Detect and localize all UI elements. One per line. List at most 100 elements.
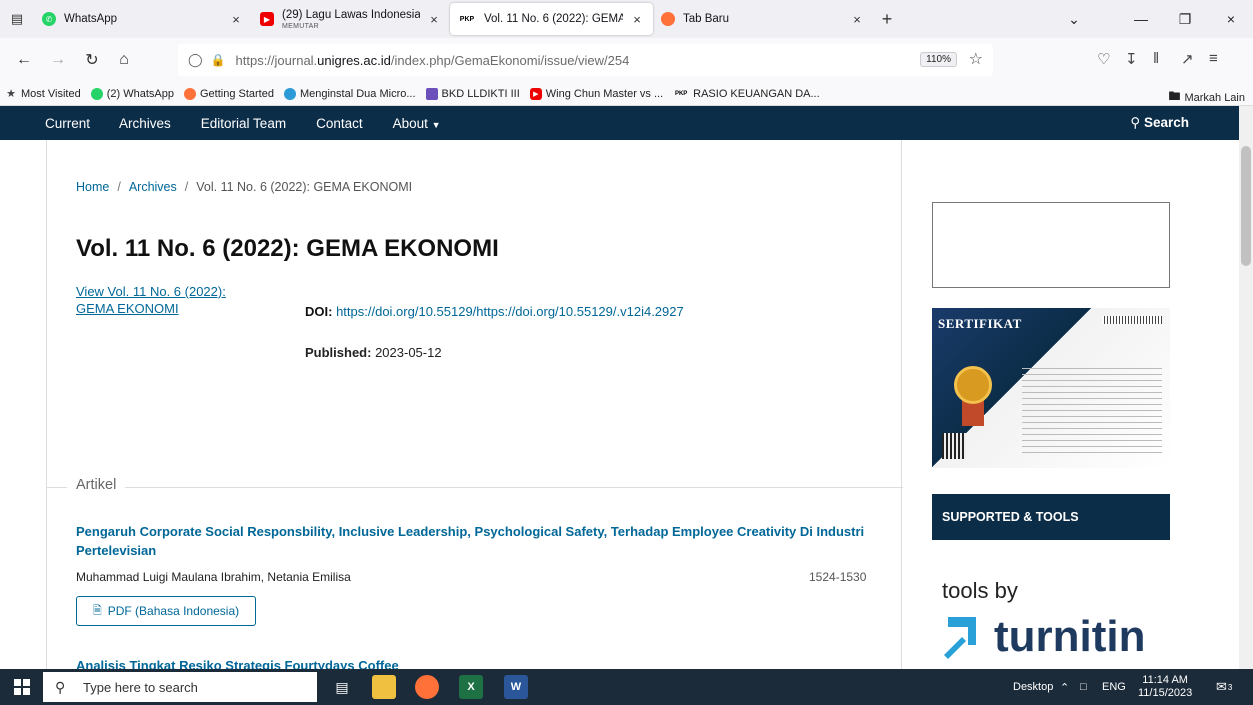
excel-icon[interactable]: X	[459, 675, 483, 699]
certificate-image[interactable]: SERTIFIKAT	[932, 308, 1170, 468]
tools-heading: SUPPORTED & TOOLS	[932, 494, 1170, 540]
tab-strip: ▤ ✆ WhatsApp × ▶ (29) Lagu Lawas Indones…	[0, 0, 1253, 38]
pkp-icon: PKP	[458, 12, 476, 26]
firefox-icon	[183, 87, 196, 100]
tab-journal[interactable]: PKP Vol. 11 No. 6 (2022): GEMA EKO ×	[450, 3, 653, 35]
pdf-galley-button[interactable]: 🗎 PDF (Bahasa Indonesia)	[76, 596, 256, 626]
other-bookmarks[interactable]: 🖿 Markah Lain	[1168, 87, 1245, 108]
windows-start-icon[interactable]	[14, 679, 30, 695]
qr-code-icon	[942, 433, 966, 459]
network-icon[interactable]: □	[1080, 669, 1087, 705]
whatsapp-icon: ✆	[42, 12, 56, 26]
youtube-icon: ▶	[260, 12, 274, 26]
whatsapp-icon	[90, 87, 103, 100]
tab-title: (29) Lagu Lawas Indonesia Terb	[282, 9, 420, 21]
bookmark-item[interactable]: ★ Most Visited	[5, 88, 81, 101]
notification-icon[interactable]: ✉ 3	[1216, 669, 1232, 705]
nav-editorial-team[interactable]: Editorial Team	[201, 116, 286, 131]
article-title[interactable]: Pengaruh Corporate Social Responsbility,…	[76, 522, 886, 560]
bookmark-item[interactable]: Menginstal Dua Micro...	[283, 87, 416, 100]
star-gear-icon: ★	[6, 88, 16, 100]
firefox-icon	[661, 12, 675, 26]
section-title: Artikel	[67, 477, 126, 493]
issue-cover-link[interactable]: View Vol. 11 No. 6 (2022): GEMA EKONOMI	[76, 283, 266, 317]
breadcrumb-current: Vol. 11 No. 6 (2022): GEMA EKONOMI	[196, 180, 413, 194]
turnitin-logo[interactable]: turnitin	[942, 612, 1146, 662]
menu-icon[interactable]: ≡	[1209, 50, 1218, 67]
desktop-toolbar[interactable]: Desktop	[1013, 669, 1053, 705]
url-bar[interactable]: ◯ 🔒 https://journal.unigres.ac.id/index.…	[178, 44, 993, 76]
lock-icon[interactable]: 🔒	[211, 53, 226, 67]
tab-title: Tab Baru	[683, 13, 730, 25]
task-view-icon[interactable]: ▤	[330, 675, 354, 699]
scrollbar-thumb[interactable]	[1241, 146, 1251, 266]
close-icon[interactable]: ×	[426, 12, 442, 27]
bookmark-item[interactable]: PKP RASIO KEUANGAN DA...	[673, 88, 820, 100]
bookmark-item[interactable]: Getting Started	[183, 87, 274, 100]
close-icon[interactable]: ×	[849, 12, 865, 27]
breadcrumb-archives[interactable]: Archives	[129, 180, 177, 194]
search-icon: ⚲	[1130, 115, 1141, 130]
hat-icon	[425, 87, 438, 100]
download-icon[interactable]: ↧	[1125, 50, 1138, 68]
nav-bar: ← → ↻ ⌂ ◯ 🔒 https://journal.unigres.ac.i…	[0, 38, 1253, 82]
breadcrumb-home[interactable]: Home	[76, 180, 109, 194]
reload-icon[interactable]: ↻	[78, 50, 106, 70]
extensions-icon[interactable]: ↗	[1181, 50, 1194, 68]
nav-about[interactable]: About ▼	[393, 116, 441, 131]
site-nav: Current Archives Editorial Team Contact …	[0, 106, 1239, 140]
zoom-indicator[interactable]: 110%	[920, 52, 957, 67]
app-icon	[283, 87, 296, 100]
close-icon[interactable]: ×	[228, 12, 244, 27]
restore-icon[interactable]: ❐	[1163, 0, 1207, 38]
pkp-icon: PKP	[674, 90, 688, 97]
turnitin-mark-icon	[942, 615, 982, 659]
tab-list-icon[interactable]: ▤	[0, 0, 34, 38]
tab-title: Vol. 11 No. 6 (2022): GEMA EKO	[484, 13, 623, 25]
tab-whatsapp[interactable]: ✆ WhatsApp ×	[34, 3, 252, 35]
chevron-down-icon[interactable]: ⌄	[1052, 0, 1096, 38]
article-pages: 1524-1530	[809, 570, 867, 584]
nav-current[interactable]: Current	[45, 116, 90, 131]
bookmark-item[interactable]: BKD LLDIKTI III	[425, 87, 520, 100]
folder-icon: 🖿	[1168, 89, 1181, 103]
page-scrollbar[interactable]	[1239, 106, 1253, 669]
article-authors: Muhammad Luigi Maulana Ibrahim, Netania …	[76, 570, 351, 584]
chevron-up-icon[interactable]: ⌃	[1060, 669, 1069, 705]
tab-new[interactable]: Tab Baru ×	[653, 3, 873, 35]
tab-youtube[interactable]: ▶ (29) Lagu Lawas Indonesia Terb MEMUTAR…	[252, 3, 450, 35]
file-explorer-icon[interactable]	[372, 675, 396, 699]
search-icon: ⚲	[55, 678, 66, 695]
certificate-medal-icon	[954, 366, 992, 404]
forward-icon[interactable]: →	[44, 51, 72, 69]
nav-contact[interactable]: Contact	[316, 116, 363, 131]
bookmark-star-icon[interactable]: ☆	[969, 49, 983, 69]
library-icon[interactable]: ‖	[1153, 50, 1159, 67]
minimize-icon[interactable]: —	[1119, 0, 1163, 38]
search-link[interactable]: ⚲ Search	[1130, 115, 1189, 131]
caret-down-icon: ▼	[431, 119, 441, 130]
new-tab-icon[interactable]: +	[873, 9, 901, 30]
firefox-icon[interactable]	[415, 675, 439, 699]
language-indicator[interactable]: ENG	[1102, 669, 1126, 705]
nav-archives[interactable]: Archives	[119, 116, 171, 131]
doi: DOI: https://doi.org/10.55129/https://do…	[305, 304, 684, 319]
pocket-icon[interactable]: ♡	[1097, 50, 1110, 68]
taskbar-search-input[interactable]: ⚲ Type here to search	[43, 672, 317, 702]
shield-icon[interactable]: ◯	[188, 52, 203, 68]
clock[interactable]: 11:14 AM 11/15/2023	[1138, 669, 1192, 705]
tab-subtitle: MEMUTAR	[282, 23, 319, 30]
home-icon[interactable]: ⌂	[110, 51, 138, 69]
doi-link[interactable]: https://doi.org/10.55129/https://doi.org…	[336, 304, 684, 319]
main-content: Home / Archives / Vol. 11 No. 6 (2022): GEMA…	[46, 140, 903, 673]
bookmark-item[interactable]: (2) WhatsApp	[90, 87, 174, 100]
url-text[interactable]: https://journal.unigres.ac.id/index.php/…	[236, 53, 630, 68]
word-icon[interactable]: W	[504, 675, 528, 699]
back-icon[interactable]: ←	[10, 51, 38, 69]
bookmark-item[interactable]: ▶ Wing Chun Master vs ...	[529, 87, 663, 100]
window-close-icon[interactable]: ×	[1209, 0, 1253, 38]
taskbar: ⚲ Type here to search ▤ X W Desktop ⌃ □ …	[0, 669, 1253, 705]
certificate-title: SERTIFIKAT	[938, 316, 1022, 331]
close-icon[interactable]: ×	[629, 12, 645, 27]
youtube-icon: ▶	[529, 87, 542, 100]
